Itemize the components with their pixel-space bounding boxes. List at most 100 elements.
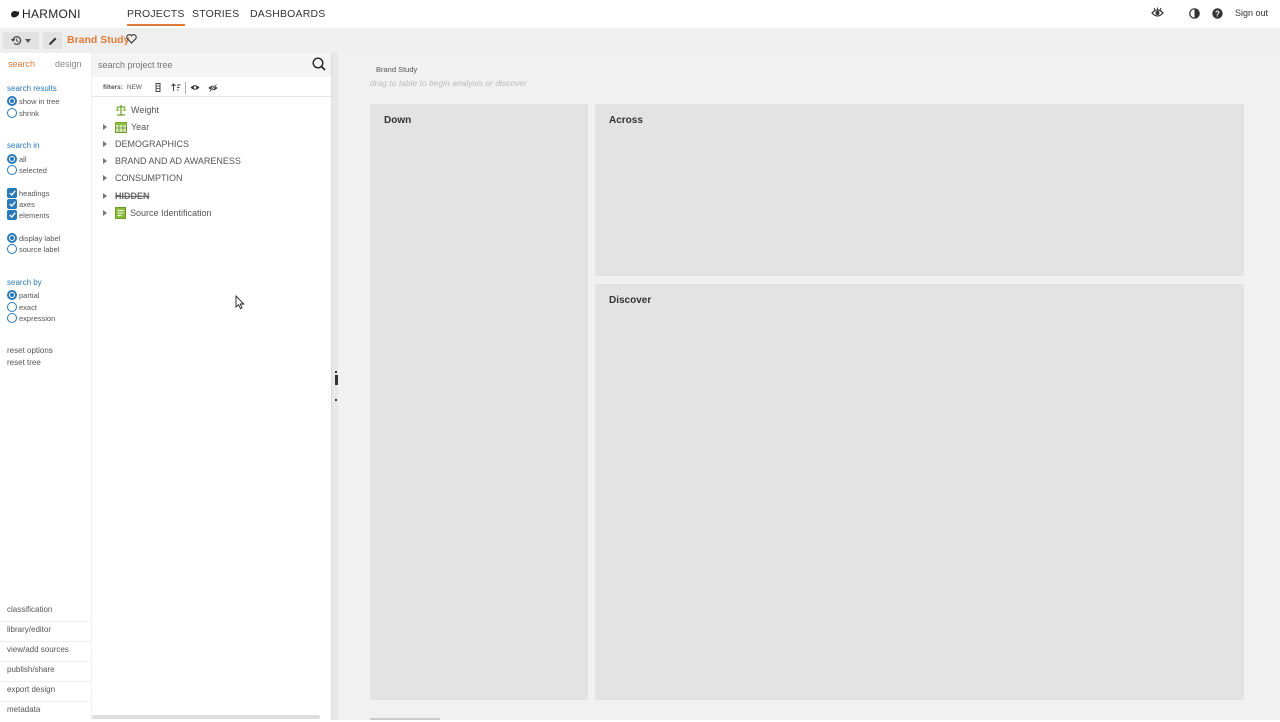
option-all[interactable]: all	[7, 154, 27, 164]
publish-share-link[interactable]: publish/share	[0, 662, 91, 682]
column-icon	[155, 83, 161, 92]
history-icon	[11, 36, 22, 45]
checkbox-elements[interactable]: elements	[7, 210, 49, 220]
tree-node-label: Year	[131, 122, 150, 132]
top-navigation: HARMONI PROJECTS STORIES DASHBOARDS ? Si…	[0, 0, 1280, 28]
show-visible-button[interactable]	[186, 81, 204, 95]
svg-text:?: ?	[1215, 9, 1220, 18]
sort-icon	[171, 83, 181, 91]
option-label: show in tree	[19, 96, 60, 106]
option-label: exact	[19, 302, 37, 312]
radio-unselected[interactable]	[7, 244, 17, 254]
project-title[interactable]: Brand Study	[67, 34, 129, 46]
classification-link[interactable]: classification	[0, 602, 91, 622]
radio-unselected[interactable]	[7, 108, 17, 118]
expand-caret-icon[interactable]	[103, 158, 107, 164]
option-label: elements	[19, 210, 50, 220]
eye-settings-icon[interactable]	[1151, 7, 1164, 19]
radio-selected[interactable]	[7, 96, 17, 106]
search-in-heading: search in	[7, 141, 40, 150]
tree-node-consumption[interactable]: CONSUMPTION	[92, 170, 183, 186]
tree-node-demographics[interactable]: DEMOGRAPHICS	[92, 136, 189, 152]
option-label: headings	[19, 188, 50, 198]
option-display-label[interactable]: display label	[7, 233, 60, 243]
tree-node-year[interactable]: Year	[92, 119, 149, 135]
tree-node-brand-and-ad-awareness[interactable]: BRAND AND AD AWARENESS	[92, 153, 241, 169]
option-exact[interactable]: exact	[7, 302, 37, 312]
search-icon[interactable]	[312, 57, 326, 71]
checkbox-axes[interactable]: axes	[7, 199, 35, 209]
filter-new-button[interactable]: NEW	[127, 84, 142, 91]
checkbox-checked-icon[interactable]	[7, 210, 17, 220]
reset-tree-link[interactable]: reset tree	[7, 358, 41, 367]
option-shrink[interactable]: shrink	[7, 108, 39, 118]
radio-selected[interactable]	[7, 290, 17, 300]
logo-icon	[11, 11, 19, 18]
option-show-in-tree[interactable]: show in tree	[7, 96, 59, 106]
help-icon[interactable]: ?	[1212, 7, 1223, 19]
favorite-heart-icon[interactable]	[126, 34, 137, 44]
edit-project-button[interactable]	[43, 32, 62, 49]
expand-caret-icon[interactable]	[103, 175, 107, 181]
sign-out-link[interactable]: Sign out	[1235, 8, 1268, 18]
checkbox-checked-icon[interactable]	[7, 199, 17, 209]
option-selected[interactable]: selected	[7, 165, 47, 175]
option-label: axes	[19, 199, 35, 209]
option-label: expression	[19, 313, 56, 323]
discover-drop-zone[interactable]: Discover	[595, 284, 1244, 700]
analysis-canvas: Brand Study drag to table to begin analy…	[338, 53, 1280, 720]
source-icon	[115, 207, 126, 219]
breadcrumb[interactable]: Brand Study	[376, 65, 417, 74]
weight-icon	[115, 104, 127, 116]
radio-unselected[interactable]	[7, 165, 17, 175]
history-button[interactable]	[3, 32, 39, 49]
radio-selected[interactable]	[7, 233, 17, 243]
show-hidden-button[interactable]	[204, 81, 222, 95]
across-drop-zone[interactable]: Across	[595, 104, 1244, 276]
filter-sort-button[interactable]	[167, 81, 185, 95]
splitter-dot	[335, 371, 337, 373]
checkbox-headings[interactable]: headings	[7, 188, 49, 198]
tree-search-input[interactable]	[98, 56, 303, 74]
tree-node-weight[interactable]: Weight	[92, 102, 159, 118]
radio-selected[interactable]	[7, 154, 17, 164]
radio-unselected[interactable]	[7, 313, 17, 323]
tree-node-hidden[interactable]: HIDDEN	[92, 188, 150, 204]
tab-search[interactable]: search	[8, 59, 35, 69]
tree-horizontal-scrollbar[interactable]	[92, 715, 320, 719]
panel-splitter[interactable]	[331, 53, 338, 720]
tree-node-label: Source Identification	[130, 208, 212, 218]
view-add-sources-link[interactable]: view/add sources	[0, 642, 91, 662]
expand-caret-icon[interactable]	[103, 141, 107, 147]
nav-tab-projects[interactable]: PROJECTS	[127, 8, 185, 26]
tab-design[interactable]: design	[55, 59, 82, 69]
option-label: display label	[19, 233, 61, 243]
search-options-sidebar: search design search results show in tre…	[0, 53, 91, 720]
expand-caret-icon[interactable]	[103, 124, 107, 130]
option-partial[interactable]: partial	[7, 290, 39, 300]
radio-unselected[interactable]	[7, 302, 17, 312]
expand-caret-icon[interactable]	[103, 193, 107, 199]
nav-tab-dashboards[interactable]: DASHBOARDS	[250, 8, 326, 20]
option-expression[interactable]: expression	[7, 313, 55, 323]
eye-hidden-icon	[208, 83, 218, 92]
tree-node-label: Weight	[131, 105, 159, 115]
filter-column-button[interactable]	[149, 81, 167, 95]
tree-node-source-identification[interactable]: Source Identification	[92, 205, 212, 221]
reset-options-link[interactable]: reset options	[7, 346, 53, 355]
nav-tab-stories[interactable]: STORIES	[192, 8, 239, 20]
chevron-down-icon	[25, 38, 31, 43]
metadata-link[interactable]: metadata	[0, 702, 91, 722]
down-drop-zone[interactable]: Down	[370, 104, 588, 700]
export-design-link[interactable]: export design	[0, 682, 91, 702]
checkbox-checked-icon[interactable]	[7, 188, 17, 198]
app-logo[interactable]: HARMONI	[10, 7, 81, 21]
option-source-label[interactable]: source label	[7, 244, 59, 254]
contrast-icon[interactable]	[1189, 7, 1200, 19]
down-title: Down	[384, 115, 412, 126]
library-editor-link[interactable]: library/editor	[0, 622, 91, 642]
search-by-heading: search by	[7, 278, 42, 287]
expand-caret-icon[interactable]	[103, 210, 107, 216]
search-results-heading: search results	[7, 84, 57, 93]
across-title: Across	[609, 115, 643, 126]
